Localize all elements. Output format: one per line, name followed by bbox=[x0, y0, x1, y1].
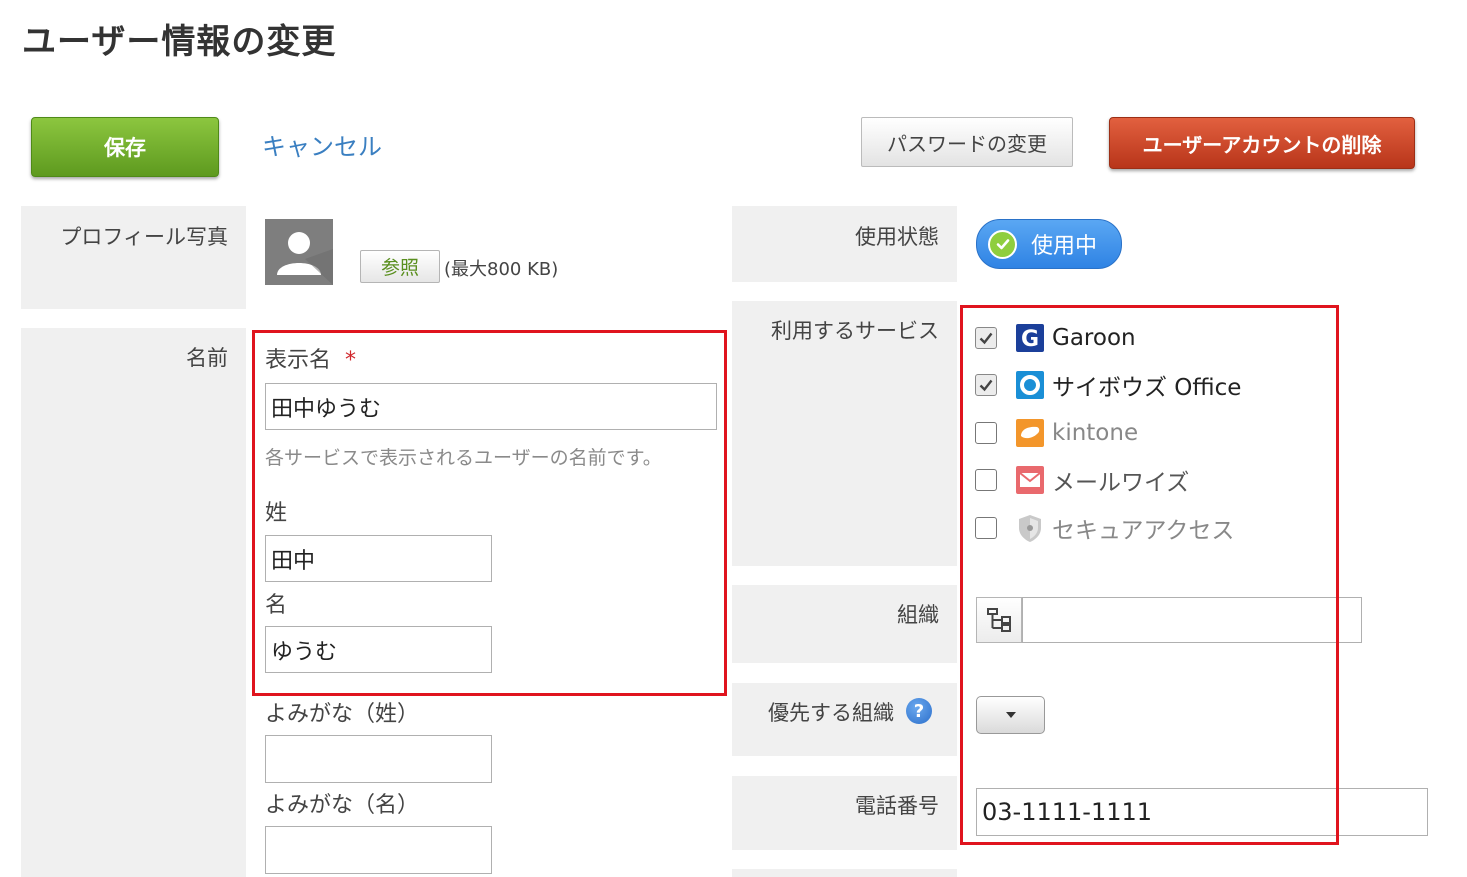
services-label: 利用するサービス bbox=[771, 319, 939, 343]
phone-label: 電話番号 bbox=[855, 794, 939, 818]
profile-photo-label: プロフィール写真 bbox=[60, 225, 228, 249]
name-label-cell bbox=[21, 328, 246, 877]
reading-last-label: よみがな（姓） bbox=[265, 702, 420, 727]
avatar[interactable] bbox=[265, 219, 333, 285]
status-badge[interactable]: 使用中 bbox=[976, 219, 1122, 269]
save-button[interactable]: 保存 bbox=[31, 117, 219, 177]
person-silhouette-icon bbox=[277, 232, 333, 285]
status-label: 使用状態 bbox=[855, 225, 939, 249]
status-text: 使用中 bbox=[1031, 234, 1098, 259]
reading-first-input[interactable] bbox=[265, 826, 492, 874]
reading-first-label: よみがな（名） bbox=[265, 793, 420, 818]
cancel-link[interactable]: キャンセル bbox=[262, 127, 382, 162]
name-highlight-box bbox=[252, 330, 727, 696]
next-label-cell bbox=[732, 869, 957, 877]
checkmark-glyph-icon bbox=[996, 239, 1009, 250]
name-label: 名前 bbox=[186, 346, 228, 370]
services-highlight-box bbox=[960, 305, 1339, 845]
check-circle-icon bbox=[988, 229, 1017, 259]
organization-label: 組織 bbox=[897, 603, 939, 627]
page-title: ユーザー情報の変更 bbox=[22, 22, 337, 62]
reading-last-input[interactable] bbox=[265, 735, 492, 783]
primary-org-label: 優先する組織 bbox=[768, 701, 894, 725]
help-icon[interactable]: ? bbox=[906, 698, 932, 724]
delete-account-button[interactable]: ユーザーアカウントの削除 bbox=[1109, 117, 1415, 169]
max-size-note: (最大800 KB) bbox=[444, 259, 559, 280]
change-password-button[interactable]: パスワードの変更 bbox=[861, 117, 1073, 167]
browse-button[interactable]: 参照 bbox=[360, 250, 440, 283]
